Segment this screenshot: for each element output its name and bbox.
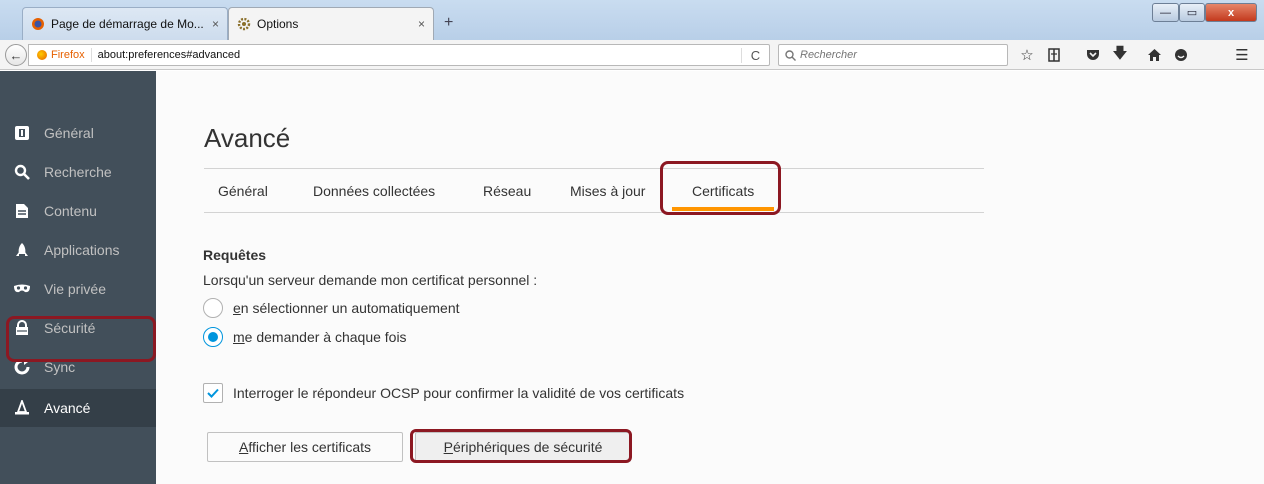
sidebar-item-applications[interactable]: Applications — [0, 231, 156, 269]
navigation-toolbar: ← Firefox about:preferences#advanced C ☆… — [0, 40, 1264, 70]
firefox-logo-icon — [31, 17, 45, 31]
radio-label: en sélectionner un automatiquement — [233, 300, 460, 316]
browser-tab-start-page[interactable]: Page de démarrage de Mo... × — [22, 7, 228, 40]
ocsp-label: Interroger le répondeur OCSP pour confir… — [233, 385, 685, 401]
radio-ask-every-time[interactable]: me demander à chaque fois — [203, 327, 407, 347]
gear-icon — [237, 17, 251, 31]
highlight-box-certificates-tab — [660, 161, 781, 215]
sidebar-item-content[interactable]: Contenu — [0, 192, 156, 230]
browser-tab-label: Options — [257, 17, 299, 31]
radio-label: me demander à chaque fois — [233, 329, 407, 345]
accesskey: A — [238, 439, 249, 455]
home-icon[interactable] — [1145, 46, 1163, 64]
sidebar-item-label: Général — [44, 125, 94, 141]
ocsp-checkbox[interactable] — [203, 383, 223, 403]
applications-icon — [12, 240, 32, 260]
tab-updates[interactable]: Mises à jour — [570, 183, 645, 199]
tab-general[interactable]: Général — [218, 183, 268, 199]
radio-label-rest: e demander à chaque fois — [244, 329, 407, 345]
reading-list-icon[interactable] — [1045, 46, 1063, 64]
hello-chat-icon[interactable] — [1172, 46, 1190, 64]
requests-heading: Requêtes — [203, 247, 267, 263]
window-minimize-button[interactable]: — — [1152, 3, 1179, 22]
tab-network[interactable]: Réseau — [483, 183, 531, 199]
browser-tab-options[interactable]: Options × — [228, 7, 434, 40]
new-tab-button[interactable]: + — [444, 14, 453, 32]
sidebar-item-label: Contenu — [44, 203, 97, 219]
requests-description: Lorsqu'un serveur demande mon certificat… — [203, 272, 538, 288]
radio-label-rest: n sélectionner un automatiquement — [240, 300, 460, 316]
pocket-icon[interactable] — [1084, 46, 1102, 64]
accesskey: m — [233, 329, 245, 345]
url-bar[interactable]: Firefox about:preferences#advanced C — [28, 44, 770, 66]
identity-label: Firefox — [51, 49, 85, 61]
sidebar-item-search[interactable]: Recherche — [0, 153, 156, 191]
content-icon — [12, 201, 32, 221]
close-tab-icon[interactable]: × — [212, 17, 219, 31]
preferences-sidebar: Général Recherche Contenu Applications V… — [0, 71, 156, 484]
close-tab-icon[interactable]: × — [418, 17, 425, 31]
sidebar-item-label: Avancé — [44, 400, 91, 416]
search-bar[interactable] — [778, 44, 1008, 66]
sidebar-item-label: Applications — [44, 242, 120, 258]
arrow-left-icon: ← — [9, 47, 23, 63]
search-input[interactable] — [800, 49, 980, 61]
tab-data-collected[interactable]: Données collectées — [313, 183, 435, 199]
radio-dot — [208, 332, 218, 342]
search-icon — [785, 49, 796, 61]
download-arrow-icon[interactable]: 🡇 — [1111, 45, 1129, 64]
menu-hamburger-icon[interactable]: ☰ — [1233, 46, 1251, 64]
reload-button[interactable]: C — [741, 47, 769, 63]
window-maximize-button[interactable]: ▭ — [1179, 3, 1205, 22]
preferences-content: Avancé Général Données collectées Réseau… — [156, 71, 1264, 484]
general-icon — [12, 123, 32, 143]
highlight-box-security-devices — [410, 429, 632, 463]
sidebar-item-advanced[interactable]: Avancé — [0, 389, 156, 427]
checkmark-icon — [207, 388, 219, 398]
identity-box[interactable]: Firefox — [29, 48, 92, 62]
advanced-wizard-hat-icon — [12, 398, 32, 418]
radio-button-checked[interactable] — [203, 327, 223, 347]
firefox-logo-icon — [37, 50, 47, 60]
header-divider — [204, 168, 984, 169]
view-certificates-button[interactable]: Afficher les certificats — [207, 432, 403, 462]
window-close-button[interactable]: x — [1205, 3, 1257, 22]
url-text[interactable]: about:preferences#advanced — [92, 49, 741, 61]
back-button[interactable]: ← — [5, 44, 27, 66]
ocsp-checkbox-row[interactable]: Interroger le répondeur OCSP pour confir… — [203, 383, 684, 403]
browser-tab-label: Page de démarrage de Mo... — [51, 17, 204, 31]
radio-button[interactable] — [203, 298, 223, 318]
privacy-mask-icon — [12, 279, 32, 299]
search-icon — [12, 162, 32, 182]
highlight-box-sidebar-advanced — [6, 316, 156, 362]
sidebar-item-label: Vie privée — [44, 281, 107, 297]
radio-select-automatically[interactable]: en sélectionner un automatiquement — [203, 298, 460, 318]
sidebar-item-privacy[interactable]: Vie privée — [0, 270, 156, 308]
browser-tab-strip: Page de démarrage de Mo... × Options × +… — [0, 0, 1264, 40]
bookmark-star-icon[interactable]: ☆ — [1018, 46, 1036, 64]
sidebar-item-general[interactable]: Général — [0, 114, 156, 152]
sidebar-item-label: Recherche — [44, 164, 112, 180]
page-title: Avancé — [204, 123, 291, 153]
accesskey: e — [233, 300, 241, 316]
button-label-rest: fficher les certificats — [248, 439, 371, 455]
tabs-divider — [204, 212, 984, 213]
